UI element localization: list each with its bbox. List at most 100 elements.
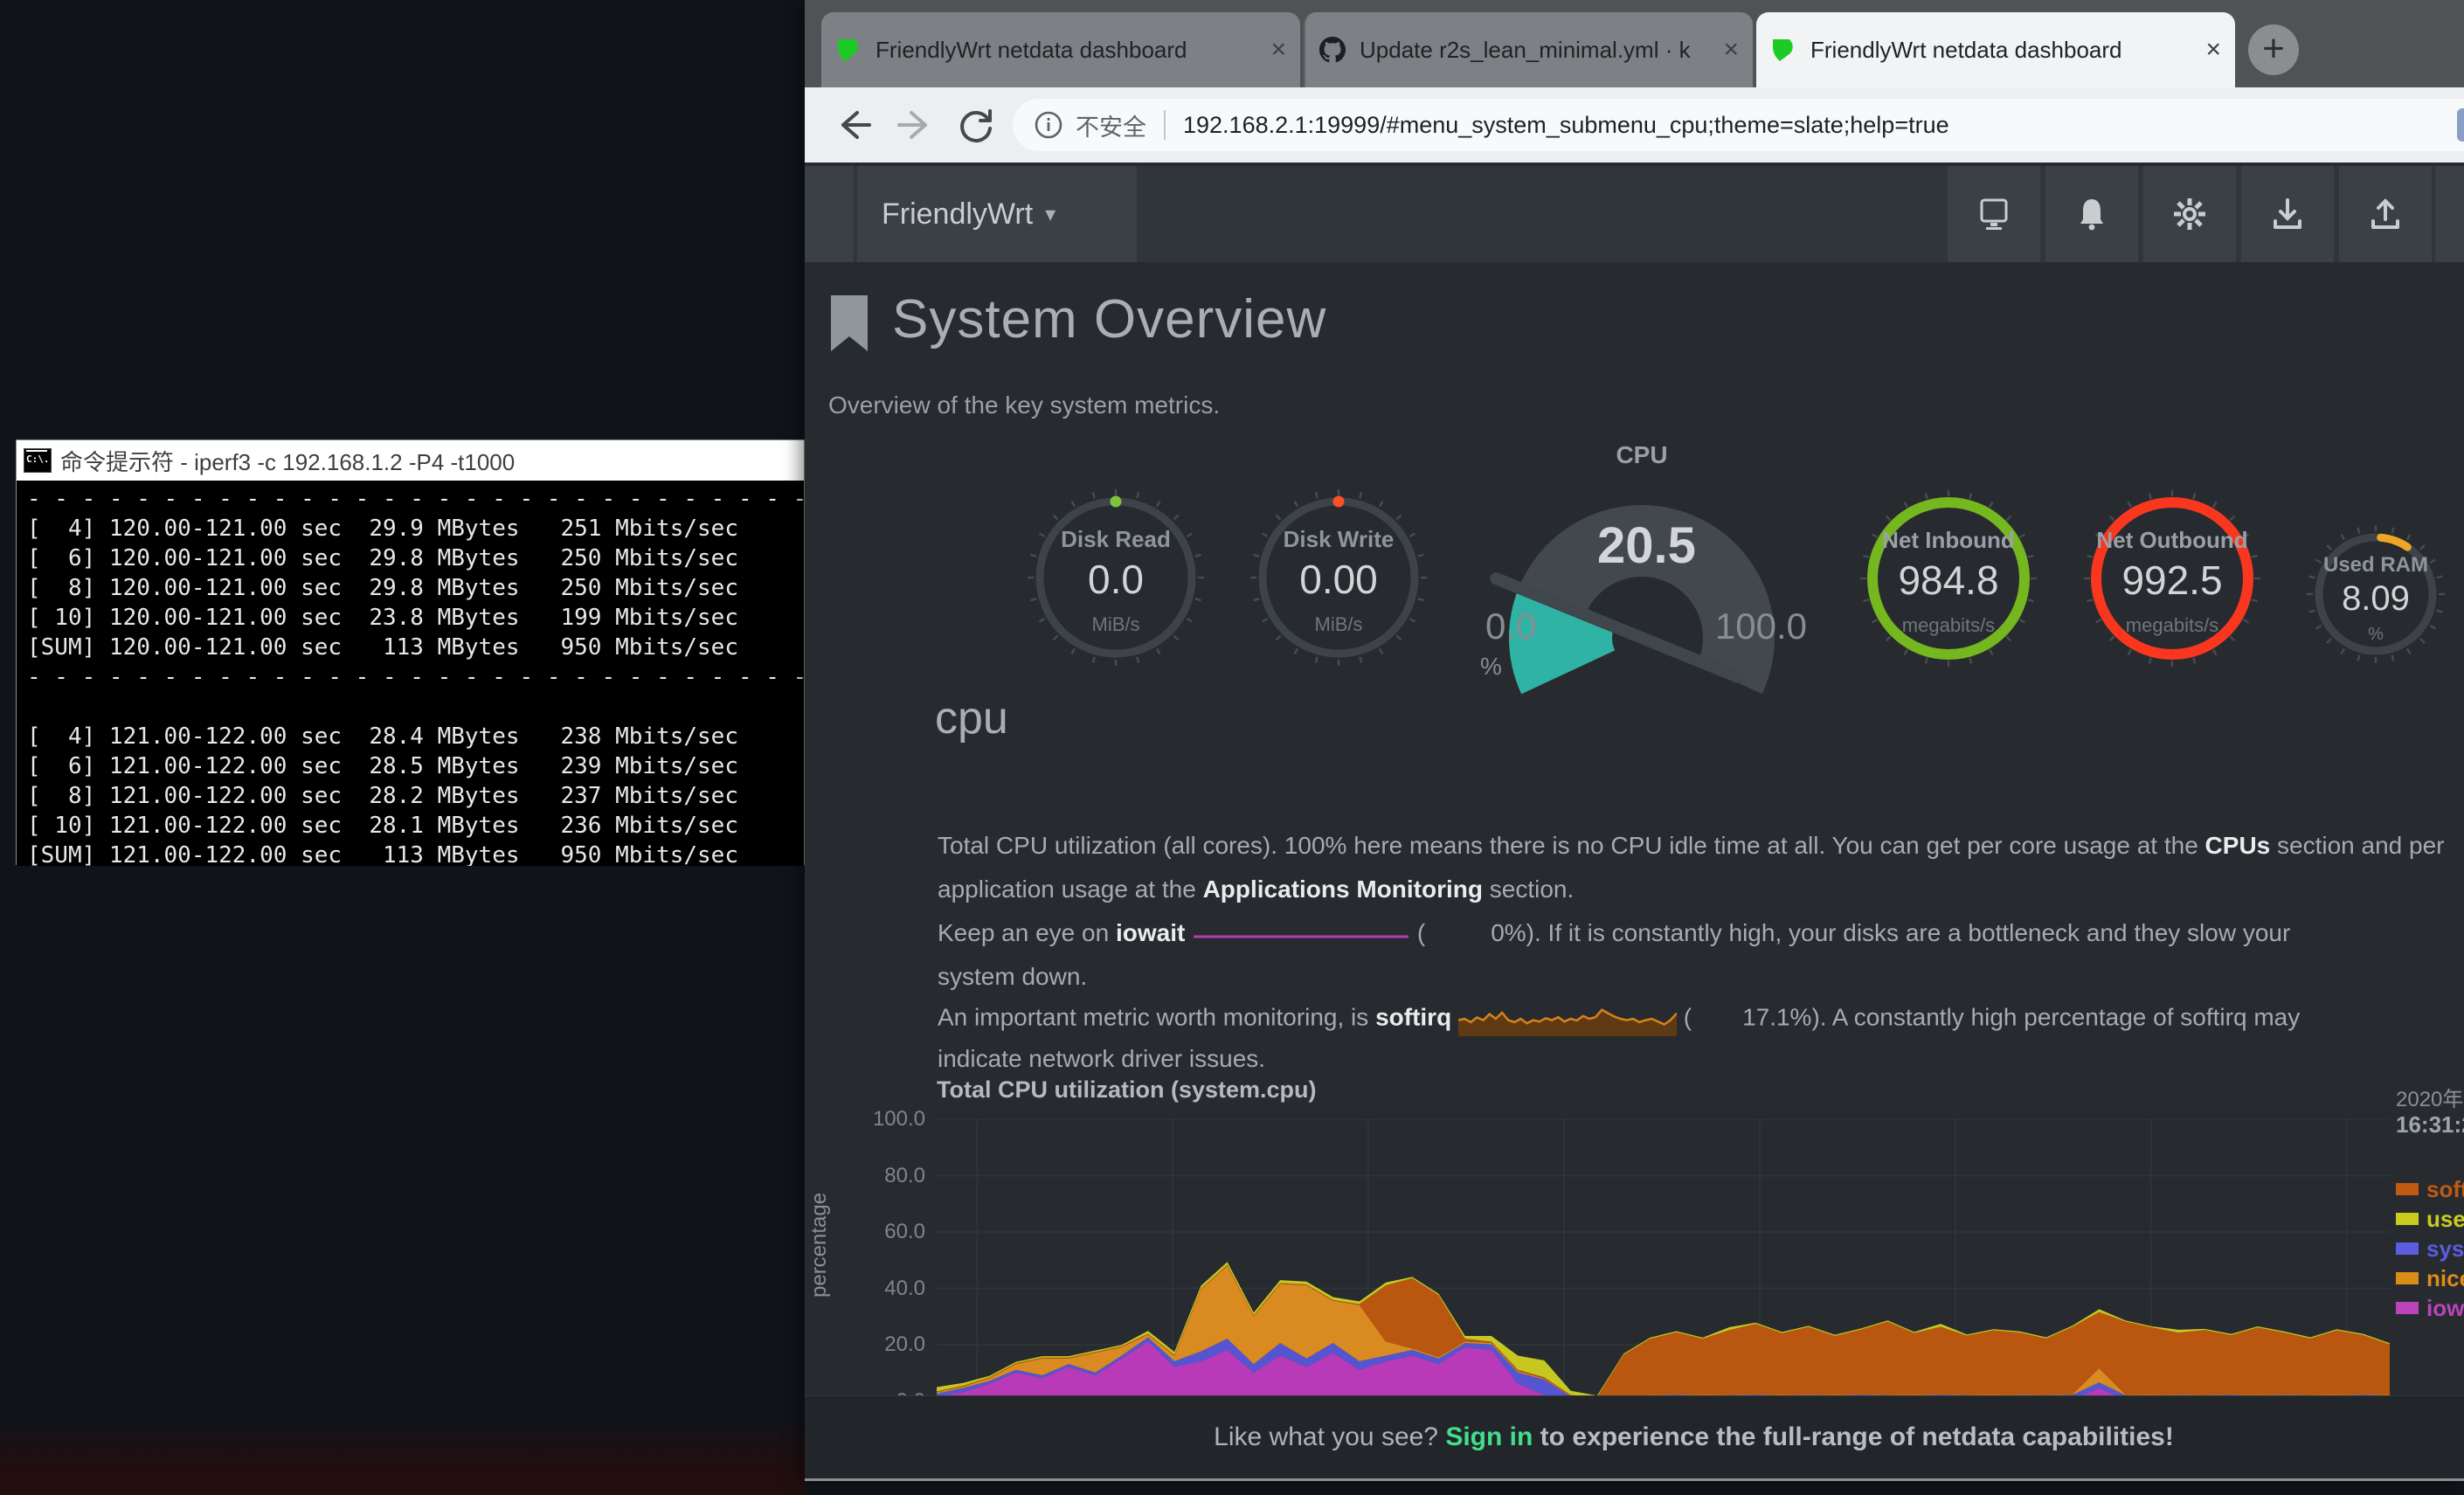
import-button[interactable] xyxy=(2241,166,2334,262)
legend-item[interactable]: system xyxy=(2396,1234,2464,1263)
terminal-line: [SUM] 120.00-121.00 sec 113 MBytes 950 M… xyxy=(27,633,804,662)
monitor-button[interactable] xyxy=(1948,166,2040,262)
cpu-utilization-chart[interactable] xyxy=(937,1119,2390,1401)
cpu-description-line: Total CPU utilization (all cores). 100% … xyxy=(938,832,2445,860)
page-title: System Overview xyxy=(892,288,1326,350)
export-button[interactable] xyxy=(2339,166,2432,262)
tab-close-icon[interactable]: × xyxy=(1723,35,1739,65)
browser-window: FriendlyWrt netdata dashboard × Update r… xyxy=(805,0,2464,1481)
terminal-title: 命令提示符 - iperf3 -c 192.168.1.2 -P4 -t1000 xyxy=(60,445,515,477)
gauge-value: 20.5 xyxy=(1597,516,1696,575)
alarms-button[interactable] xyxy=(2045,166,2138,262)
terminal-line: - - - - - - - - - - - - - - - - - - - - … xyxy=(27,484,804,514)
legend-label: iowait xyxy=(2426,1295,2464,1322)
gauge-value: 0.0 xyxy=(1026,556,1206,603)
terminal-line: [ 10] 120.00-121.00 sec 23.8 MBytes 199 … xyxy=(27,603,804,633)
gauge-net-outbound[interactable]: Net Outbound 992.5 megabits/s xyxy=(2082,488,2262,668)
gauge-net-inbound[interactable]: Net Inbound 984.8 megabits/s xyxy=(1858,488,2038,668)
upload-icon xyxy=(2366,195,2405,233)
gauge-disk-read[interactable]: Disk Read 0.0 MiB/s xyxy=(1026,488,1206,668)
host-selector[interactable]: FriendlyWrt ▾ xyxy=(857,166,1137,262)
terminal-line: [ 6] 121.00-122.00 sec 28.5 MBytes 239 M… xyxy=(27,751,804,781)
new-tab-button[interactable]: + xyxy=(2248,24,2299,75)
tab-title: FriendlyWrt netdata dashboard xyxy=(876,37,1258,64)
terminal-window[interactable]: 命令提示符 - iperf3 -c 192.168.1.2 -P4 -t1000… xyxy=(16,440,805,865)
chevron-down-icon: ▾ xyxy=(1045,202,1056,227)
gauge-value: 984.8 xyxy=(1858,557,2038,604)
bookmark-icon xyxy=(831,295,868,351)
tab-netdata-1[interactable]: FriendlyWrt netdata dashboard × xyxy=(821,12,1300,87)
legend-swatch xyxy=(2396,1213,2419,1225)
terminal-output: - - - - - - - - - - - - - - - - - - - - … xyxy=(17,481,804,866)
cpu-description-line: indicate network driver issues. xyxy=(938,1045,1265,1073)
legend-swatch xyxy=(2396,1272,2419,1284)
gauge-label: Used RAM xyxy=(2305,553,2447,578)
tab-github[interactable]: Update r2s_lean_minimal.yml · k × xyxy=(1304,12,1753,87)
forward-icon[interactable] xyxy=(892,102,938,148)
gear-icon xyxy=(2170,195,2209,233)
gauge-unit: % xyxy=(1480,653,1502,681)
gauge-value: 0.00 xyxy=(1249,556,1429,603)
chart-ytick: 40.0 xyxy=(820,1277,925,1301)
gauge-disk-write[interactable]: Disk Write 0.00 MiB/s xyxy=(1249,488,1429,668)
cmd-icon xyxy=(24,448,52,473)
gauge-cpu[interactable]: CPU 20.5 0.0 100.0 % xyxy=(1477,441,1807,695)
reload-icon[interactable] xyxy=(953,102,999,148)
cpu-description-line: An important metric worth monitoring, is… xyxy=(938,1001,2300,1036)
legend-item[interactable]: user xyxy=(2396,1204,2464,1234)
gauge-used-ram[interactable]: Used RAM 8.09 % xyxy=(2305,523,2447,665)
header-edge-panel xyxy=(805,166,854,262)
terminal-line: [ 4] 121.00-122.00 sec 28.4 MBytes 238 M… xyxy=(27,722,804,751)
security-label[interactable]: 不安全 xyxy=(1076,108,1146,142)
cpu-description-line: Keep an eye on iowait (0%). If it is con… xyxy=(938,919,2290,947)
monitor-icon xyxy=(1975,195,2013,233)
host-name: FriendlyWrt xyxy=(882,197,1033,232)
download-icon xyxy=(2268,195,2307,233)
section-heading-cpu[interactable]: cpu xyxy=(935,692,1008,744)
gauge-label: Disk Read xyxy=(1026,526,1206,553)
legend-label: nice xyxy=(2426,1265,2464,1292)
info-icon[interactable] xyxy=(1034,110,1063,140)
tab-close-icon[interactable]: × xyxy=(1270,35,1286,65)
desktop-wallpaper-band xyxy=(0,1415,805,1495)
clipped-toolbar-icon[interactable] xyxy=(2457,108,2464,142)
legend-item[interactable]: iowait xyxy=(2396,1293,2464,1323)
gauge-max: 100.0 xyxy=(1715,606,1807,647)
legend-label: user xyxy=(2426,1206,2464,1233)
terminal-line: [ 10] 121.00-122.00 sec 28.1 MBytes 236 … xyxy=(27,811,804,841)
netdata-icon xyxy=(835,37,862,63)
terminal-titlebar[interactable]: 命令提示符 - iperf3 -c 192.168.1.2 -P4 -t1000 xyxy=(17,440,804,481)
tab-close-icon[interactable]: × xyxy=(2205,35,2221,65)
omnibox-divider xyxy=(1164,110,1166,140)
gauge-unit: % xyxy=(2305,625,2447,645)
url-text[interactable]: 192.168.2.1:19999/#menu_system_submenu_c… xyxy=(1183,112,1949,139)
netdata-header: FriendlyWrt ▾ xyxy=(805,166,2464,262)
cpu-description-line: application usage at the Applications Mo… xyxy=(938,876,1574,903)
gauge-label: Net Inbound xyxy=(1858,527,2038,554)
chart-date: 2020年3月 xyxy=(2396,1082,2464,1112)
settings-button[interactable] xyxy=(2143,166,2236,262)
terminal-line: [ 8] 121.00-122.00 sec 28.2 MBytes 237 M… xyxy=(27,781,804,811)
gauge-label: Disk Write xyxy=(1249,526,1429,553)
gauge-value: 8.09 xyxy=(2305,579,2447,619)
back-icon[interactable] xyxy=(831,102,876,148)
address-bar[interactable]: 不安全 192.168.2.1:19999/#menu_system_subme… xyxy=(1013,99,2464,151)
legend-item[interactable]: nice xyxy=(2396,1263,2464,1293)
legend-item[interactable]: softirq xyxy=(2396,1174,2464,1204)
legend-label: softirq xyxy=(2426,1176,2464,1203)
signin-text[interactable]: Like what you see? Sign in to experience… xyxy=(1214,1422,2174,1452)
tab-strip: FriendlyWrt netdata dashboard × Update r… xyxy=(805,0,2464,87)
terminal-line: [ 4] 120.00-121.00 sec 29.9 MBytes 251 M… xyxy=(27,514,804,543)
tab-netdata-2-active[interactable]: FriendlyWrt netdata dashboard × xyxy=(1756,12,2235,87)
gauge-label: CPU xyxy=(1477,441,1807,469)
terminal-line: [ 8] 120.00-121.00 sec 29.8 MBytes 250 M… xyxy=(27,573,804,603)
gauge-unit: MiB/s xyxy=(1249,613,1429,636)
chart-ytick: 60.0 xyxy=(820,1220,925,1244)
browser-toolbar: 不安全 192.168.2.1:19999/#menu_system_subme… xyxy=(805,87,2464,163)
tab-title: FriendlyWrt netdata dashboard xyxy=(1810,37,2193,64)
legend-label: system xyxy=(2426,1235,2464,1263)
inline-sparkline xyxy=(1192,930,1410,940)
terminal-line xyxy=(27,692,804,722)
gauge-min: 0.0 xyxy=(1485,606,1536,647)
legend-swatch xyxy=(2396,1242,2419,1255)
